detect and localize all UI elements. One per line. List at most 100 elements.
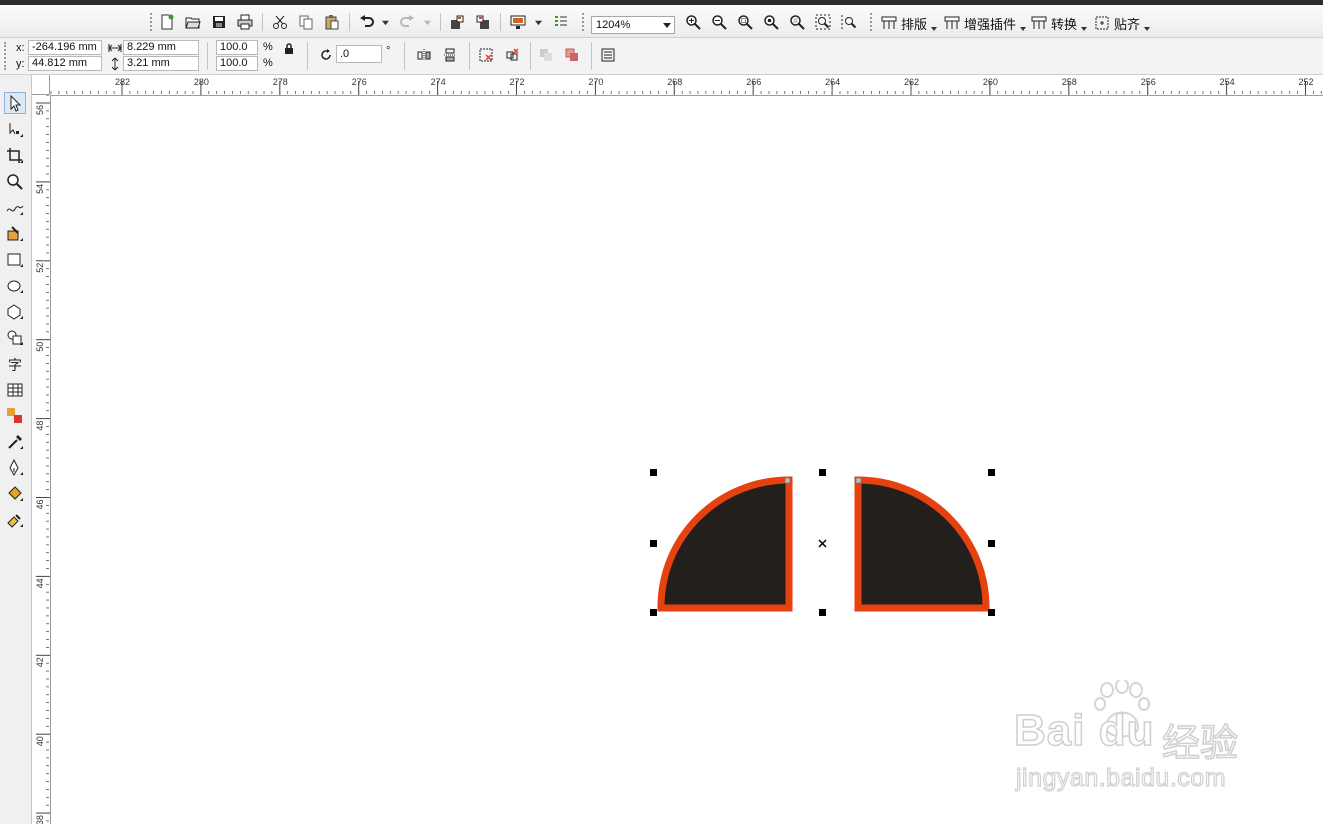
export-button[interactable] (473, 12, 493, 32)
menu-convert[interactable]: 转换 (1031, 13, 1088, 33)
undo-dropdown[interactable] (379, 12, 391, 32)
redo-button[interactable] (397, 12, 417, 32)
zoom-height-icon (841, 15, 857, 29)
publish-pdf-button[interactable] (508, 12, 528, 32)
new-document-button[interactable] (157, 12, 177, 32)
zoom-level-select[interactable]: 1204% (591, 16, 675, 34)
print-button[interactable] (235, 12, 255, 32)
width-field[interactable]: 8.229 mm (123, 40, 199, 55)
mirror-horizontal-icon[interactable] (416, 47, 432, 63)
save-icon (213, 16, 225, 28)
copy-icon (299, 15, 313, 30)
crop-tool[interactable] (4, 145, 26, 167)
shape-tool[interactable] (4, 119, 26, 141)
outline-pen-tool[interactable] (4, 457, 26, 479)
right-quarter-shape[interactable] (854, 476, 990, 612)
selection-handle[interactable] (650, 540, 657, 547)
menu-layout[interactable]: 排版 (881, 13, 938, 33)
break-apart-icon[interactable] (504, 47, 520, 63)
smart-fill-tool[interactable] (4, 223, 26, 245)
selection-handle[interactable] (819, 609, 826, 616)
mirror-vertical-icon[interactable] (442, 47, 458, 63)
redo-dropdown[interactable] (421, 12, 433, 32)
trim-icon[interactable] (564, 47, 580, 63)
cut-button[interactable] (270, 12, 290, 32)
zoom-to-page-width-button[interactable] (813, 12, 833, 32)
selection-handle[interactable] (988, 609, 995, 616)
selection-handle[interactable] (650, 609, 657, 616)
eyedropper-tool[interactable] (4, 431, 26, 453)
rotation-angle-field[interactable]: .0 (336, 45, 382, 63)
zoom-to-selected-button[interactable] (735, 12, 755, 32)
export-icon (476, 15, 489, 29)
scale-x-percent: % (263, 41, 273, 53)
selection-handle[interactable] (650, 469, 657, 476)
selection-handle[interactable] (988, 540, 995, 547)
redo-icon (400, 15, 414, 27)
zoom-to-page-height-button[interactable] (839, 12, 859, 32)
shape-node-icon (9, 123, 23, 137)
toolbar-grip[interactable] (4, 42, 8, 70)
scale-x-field[interactable]: 100.0 (216, 40, 258, 55)
toolbar-grip[interactable] (150, 13, 154, 31)
standard-toolbar: 1204% 排版 增强插件 转换 贴齐 (0, 5, 1323, 38)
pick-tool[interactable] (4, 92, 26, 114)
basic-shapes-tool[interactable] (4, 327, 26, 349)
interactive-fill-tool[interactable] (4, 509, 26, 531)
node-marker[interactable] (784, 477, 791, 484)
open-button[interactable] (183, 12, 203, 32)
zoom-to-page-button[interactable] (787, 12, 807, 32)
menu-enhance-plugins[interactable]: 增强插件 (944, 13, 1027, 33)
toolbar-convert-icon (1031, 16, 1047, 29)
horizontal-ruler[interactable]: 282 280 278 276 274 272 270 268 266 264 262 260 258 2… (50, 75, 1323, 96)
fill-tool[interactable] (4, 483, 26, 505)
combine-icon[interactable] (478, 47, 494, 63)
scale-y-percent: % (263, 57, 273, 69)
import-icon (451, 15, 464, 29)
selection-handle[interactable] (819, 469, 826, 476)
options-button[interactable] (551, 12, 571, 32)
pen-nib-icon (9, 459, 23, 477)
paste-button[interactable] (322, 12, 342, 32)
menu-snap[interactable]: 贴齐 (1094, 13, 1151, 33)
ruler-label: 252 (1299, 77, 1314, 87)
center-marker-icon[interactable] (818, 539, 827, 548)
publish-dropdown[interactable] (532, 12, 544, 32)
toolbar-separator (262, 13, 263, 31)
chevron-down-icon (663, 23, 671, 28)
table-tool[interactable] (4, 379, 26, 401)
weld-icon[interactable] (538, 47, 554, 63)
selection-handle[interactable] (988, 469, 995, 476)
import-button[interactable] (447, 12, 467, 32)
blend-tool[interactable] (4, 405, 26, 427)
freehand-tool[interactable] (4, 197, 26, 219)
zoom-in-button[interactable] (683, 12, 703, 32)
ellipse-tool[interactable] (4, 275, 26, 297)
vertical-ruler[interactable]: 56 54 52 50 48 46 44 42 40 38 (32, 95, 51, 824)
y-position-field[interactable]: 44.812 mm (28, 56, 102, 71)
height-field[interactable]: 3.21 mm (123, 56, 199, 71)
text-tool[interactable]: 字 (4, 353, 26, 375)
node-marker[interactable] (855, 477, 862, 484)
text-character-icon: 字 (8, 358, 22, 373)
wrap-text-icon[interactable] (600, 47, 616, 63)
copy-button[interactable] (296, 12, 316, 32)
undo-button[interactable] (357, 12, 377, 32)
rectangle-tool[interactable] (4, 249, 26, 271)
ruler-label: 44 (35, 578, 45, 588)
toolbar-grip[interactable] (870, 13, 874, 31)
ruler-label: 50 (35, 342, 45, 352)
polygon-tool[interactable] (4, 301, 26, 323)
snap-icon (1095, 16, 1109, 30)
zoom-out-button[interactable] (709, 12, 729, 32)
save-button[interactable] (209, 12, 229, 32)
scale-y-field[interactable]: 100.0 (216, 56, 258, 71)
menu-layout-label: 排版 (901, 17, 928, 33)
x-position-field[interactable]: -264.196 mm (28, 40, 102, 55)
zoom-to-all-button[interactable] (761, 12, 781, 32)
toolbar-grip[interactable] (582, 13, 586, 31)
lock-ratio-icon[interactable] (281, 41, 297, 57)
zoom-tool[interactable] (4, 171, 26, 193)
ruler-origin-corner[interactable] (32, 75, 50, 95)
left-quarter-shape[interactable] (657, 476, 793, 612)
